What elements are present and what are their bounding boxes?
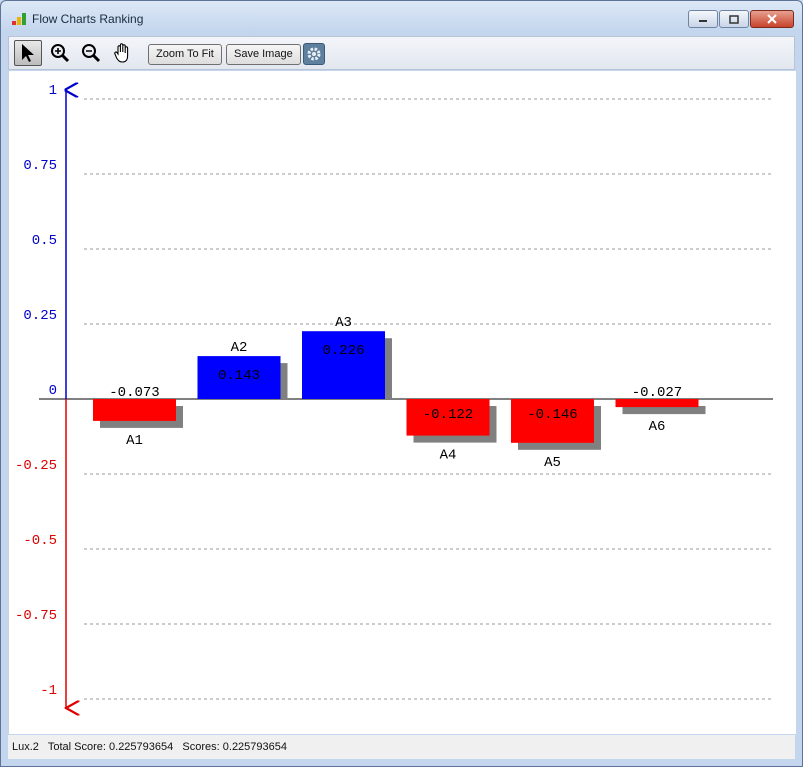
- y-tick-label: 0.25: [23, 308, 57, 324]
- zoom-in-icon: [51, 44, 70, 63]
- bar-category-label: A4: [440, 448, 457, 464]
- bar-category-label: A2: [231, 340, 248, 356]
- y-tick-label: 1: [49, 83, 57, 99]
- y-tick-label: -0.75: [15, 608, 57, 624]
- pan-hand-icon: [114, 43, 129, 63]
- maximize-button[interactable]: [719, 10, 749, 28]
- bar-shadow: [622, 406, 706, 415]
- bar-value-label: -0.073: [109, 385, 159, 401]
- bar-value-label: 0.143: [218, 368, 260, 384]
- bar-chart: 1 0.75 0.5 0.25 0 -0.25 -0.5 -0.75 -1 -0.073 A1 0.…: [15, 71, 773, 734]
- close-button[interactable]: [750, 10, 794, 28]
- bar-chart-app-icon: [12, 13, 28, 25]
- close-icon: [767, 14, 777, 24]
- pan-tool-button[interactable]: [109, 40, 137, 66]
- y-tick-label: -0.25: [15, 458, 57, 474]
- minimize-icon: [699, 20, 707, 22]
- bar-value-label: 0.226: [322, 343, 364, 359]
- zoom-out-tool-button[interactable]: [77, 40, 105, 66]
- bar[interactable]: [302, 331, 385, 399]
- chart-area: 1 0.75 0.5 0.25 0 -0.25 -0.5 -0.75 -1 -0.073 A1 0.…: [8, 71, 796, 734]
- save-image-button[interactable]: Save Image: [226, 44, 301, 65]
- bar-category-label: A6: [649, 419, 666, 435]
- maximize-icon: [729, 14, 739, 24]
- y-tick-label: 0: [49, 383, 57, 399]
- y-tick-label: 0.5: [32, 233, 57, 249]
- y-tick-label: -1: [40, 683, 57, 699]
- status-text: Lux.2 Total Score: 0.225793654 Scores: 0…: [12, 741, 287, 753]
- pointer-tool-button[interactable]: [14, 40, 42, 66]
- y-tick-label: 0.75: [23, 158, 57, 174]
- bar-value-label: -0.146: [527, 407, 577, 423]
- zoom-to-fit-button[interactable]: Zoom To Fit: [148, 44, 222, 65]
- toolbar: Zoom To Fit Save Image: [8, 36, 795, 70]
- bar-category-label: A3: [335, 315, 352, 331]
- status-bar: Lux.2 Total Score: 0.225793654 Scores: 0…: [8, 735, 795, 759]
- bar-category-label: A5: [544, 455, 561, 471]
- window-title: Flow Charts Ranking: [32, 12, 144, 26]
- minimize-button[interactable]: [688, 10, 718, 28]
- app-window: Flow Charts Ranking Zoom To Fit Save Ima…: [0, 0, 803, 767]
- bar-value-label: -0.122: [423, 407, 473, 423]
- y-tick-label: -0.5: [23, 533, 57, 549]
- pointer-icon: [22, 44, 34, 62]
- zoom-in-tool-button[interactable]: [46, 40, 74, 66]
- bar-category-label: A1: [126, 433, 143, 449]
- zoom-out-icon: [82, 44, 101, 63]
- gear-icon: [307, 47, 321, 61]
- title-bar[interactable]: Flow Charts Ranking: [1, 1, 802, 35]
- bar[interactable]: [93, 399, 176, 421]
- bar-value-label: -0.027: [632, 385, 682, 401]
- settings-button[interactable]: [303, 43, 325, 65]
